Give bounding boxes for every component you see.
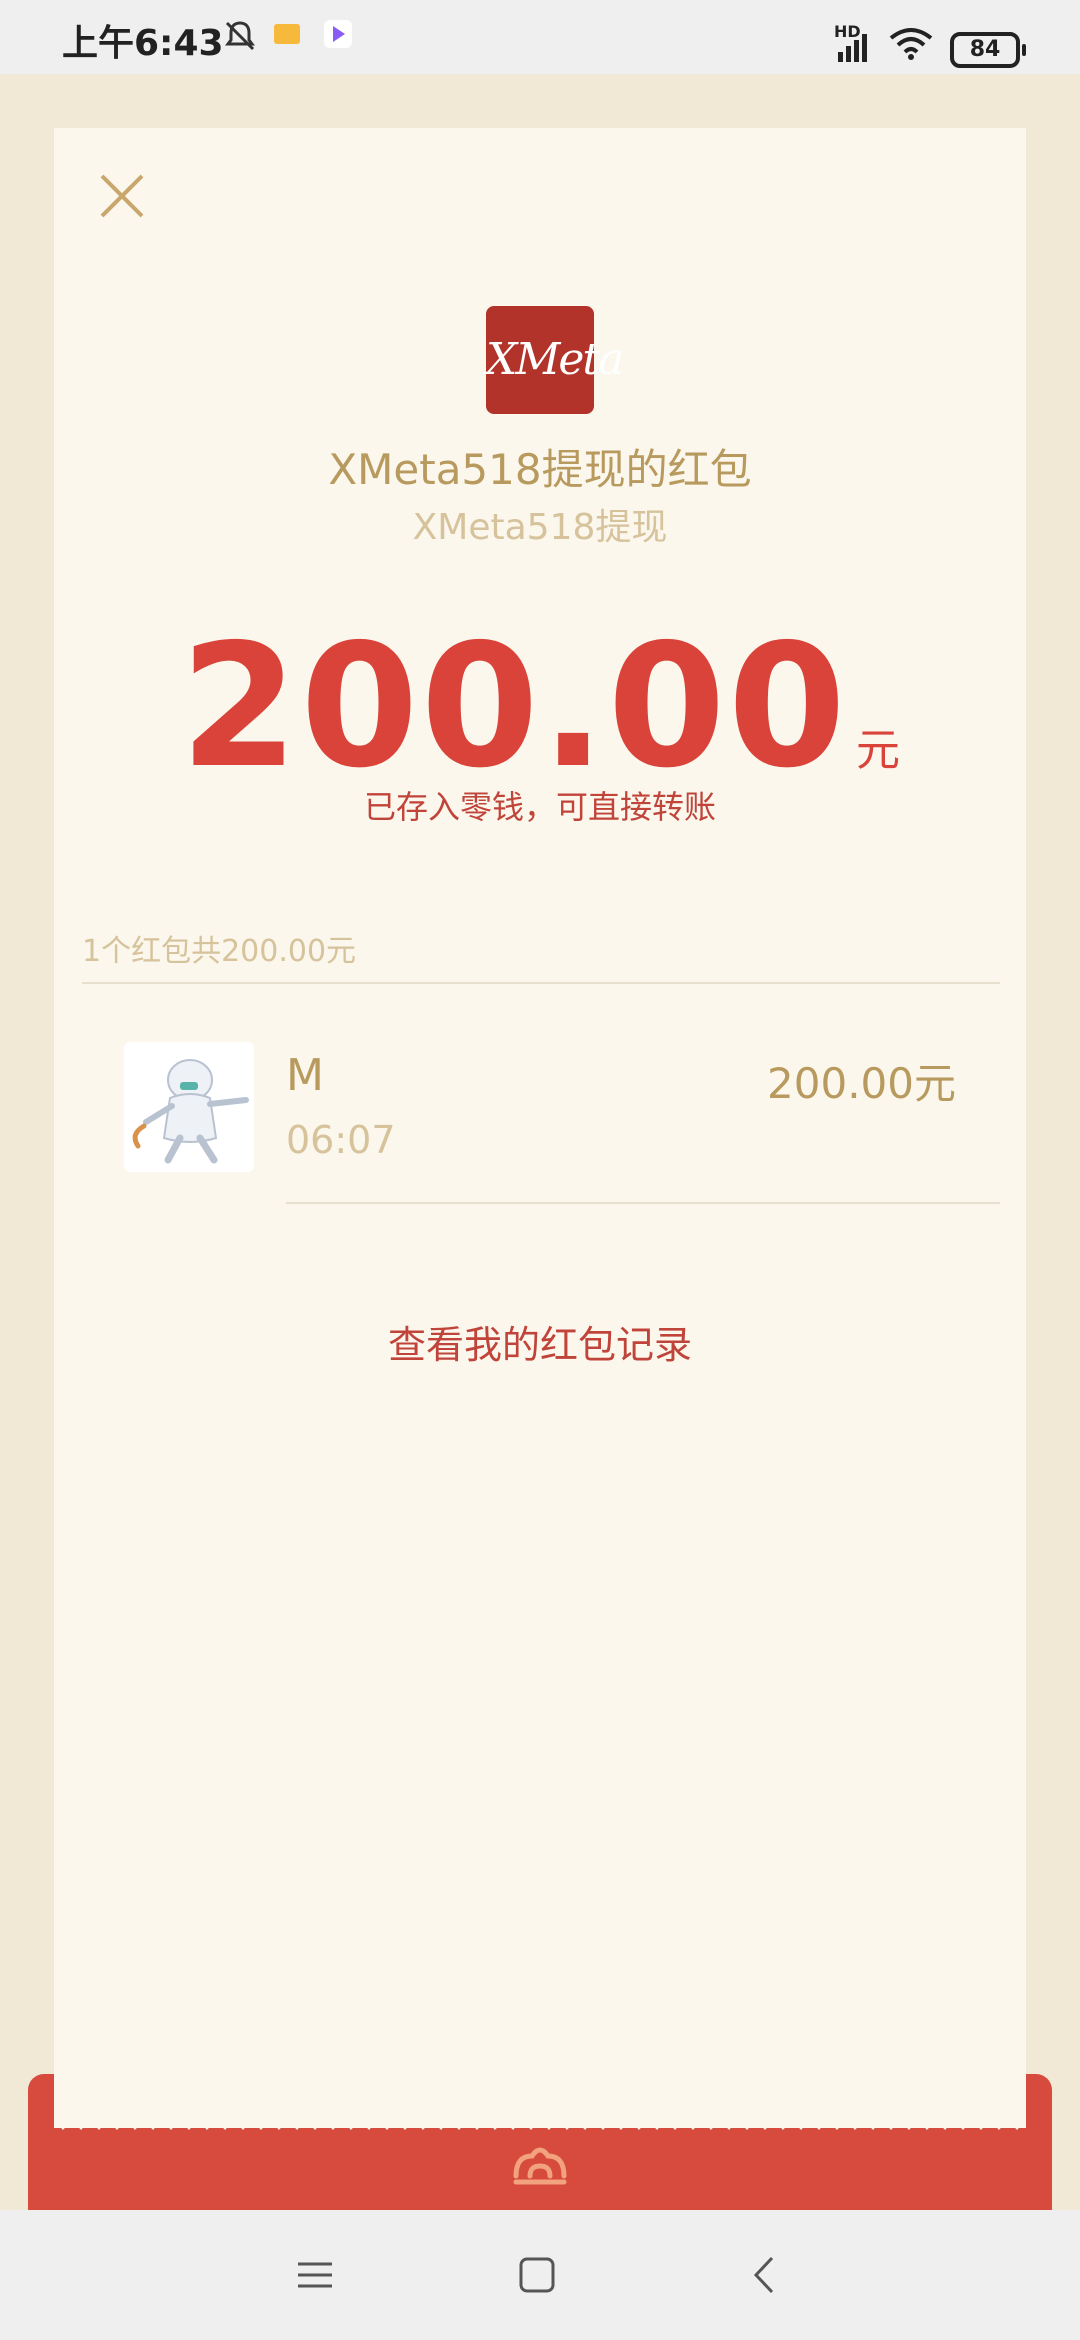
- divider: [286, 1202, 1000, 1204]
- record-amount: 200.00元: [767, 1059, 956, 1108]
- menu-icon[interactable]: [290, 2250, 340, 2300]
- record-time: 06:07: [286, 1118, 396, 1162]
- bell-muted-icon: [225, 21, 255, 51]
- amount-row: 200.00 元: [54, 608, 1026, 806]
- notification-icon: [274, 24, 300, 44]
- system-nav-bar: [0, 2210, 1080, 2340]
- packet-title: XMeta518提现的红包: [328, 445, 752, 494]
- cloud-emblem-icon: [513, 2147, 567, 2185]
- wifi-icon: [889, 28, 933, 60]
- signal-icon: [838, 34, 867, 62]
- sender-logo: XMeta: [486, 306, 624, 414]
- amount-unit: 元: [856, 725, 900, 776]
- home-icon[interactable]: [512, 2250, 562, 2300]
- zigzag-edge: [54, 2112, 1026, 2130]
- video-app-icon: [324, 20, 352, 48]
- status-bar: 上午6:43 HD 84: [0, 0, 1080, 74]
- close-icon[interactable]: [92, 166, 152, 226]
- red-packet-card: XMeta XMeta518提现的红包 XMeta518提现 200.00 元 已…: [54, 128, 1026, 2128]
- amount-value: 200.00: [179, 608, 848, 806]
- view-my-red-packet-records-link[interactable]: 查看我的红包记录: [54, 1314, 1026, 1369]
- avatar[interactable]: [124, 1042, 254, 1172]
- record-sender-name: M: [286, 1050, 324, 1101]
- battery-indicator: 84: [950, 32, 1026, 68]
- deposit-note: 已存入零钱，可直接转账: [363, 788, 716, 826]
- avatar-image: [124, 1042, 254, 1172]
- packet-subtitle: XMeta518提现: [412, 507, 668, 548]
- divider: [82, 982, 1000, 984]
- packet-summary: 1个红包共200.00元: [82, 934, 357, 969]
- back-icon[interactable]: [740, 2250, 790, 2300]
- status-time: 上午6:43: [62, 23, 224, 64]
